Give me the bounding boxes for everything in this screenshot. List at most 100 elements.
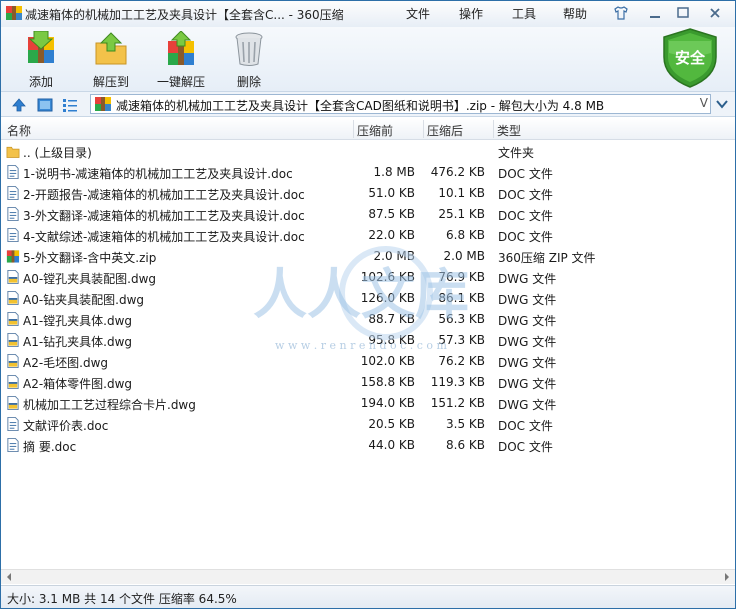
doc-file-icon xyxy=(7,438,19,452)
file-type: DWG 文件 xyxy=(498,293,557,307)
file-compressed-size: 25.1 KB xyxy=(438,207,485,221)
address-dropdown[interactable]: V xyxy=(700,96,708,110)
extract-to-label: 解压到 xyxy=(92,75,129,89)
one-click-extract-icon xyxy=(168,31,194,65)
status-bar: 大小: 3.1 MB 共 14 个文件 压缩率 64.5% xyxy=(1,585,735,608)
file-row[interactable]: A2-箱体零件图.dwg 158.8 KB 119.3 KB DWG 文件 xyxy=(1,372,735,393)
file-row[interactable]: 3-外文翻译-减速箱体的机械加工工艺及夹具设计.doc 87.5 KB 25.1 K… xyxy=(1,204,735,225)
navigation-bar: 减速箱体的机械加工工艺及夹具设计【全套含CAD图纸和说明书】.zip - 解包大… xyxy=(1,91,735,117)
app-logo-icon xyxy=(6,6,22,20)
add-label: 添加 xyxy=(28,75,53,89)
file-row[interactable]: 1-说明书-减速箱体的机械加工工艺及夹具设计.doc 1.8 MB 476.2 KB… xyxy=(1,162,735,183)
column-divider[interactable] xyxy=(353,120,354,138)
file-type: DWG 文件 xyxy=(498,272,557,286)
extract-folder-icon xyxy=(95,32,127,65)
file-compressed-size: 476.2 KB xyxy=(430,165,485,179)
file-type: DWG 文件 xyxy=(498,377,557,391)
file-compressed-size: 76.2 KB xyxy=(438,354,485,368)
shield-icon: 安全 xyxy=(663,28,717,88)
file-name: 机械加工工艺过程综合卡片.dwg xyxy=(23,398,196,412)
file-row[interactable]: 文献评价表.doc 20.5 KB 3.5 KB DOC 文件 xyxy=(1,414,735,435)
app-window: 减速箱体的机械加工工艺及夹具设计【全套含C... - 360压缩 文件 操作 工… xyxy=(0,0,736,609)
dwg-file-icon xyxy=(7,333,19,347)
file-name: 2-开题报告-减速箱体的机械加工工艺及夹具设计.doc xyxy=(23,188,305,202)
file-row[interactable]: 4-文献综述-减速箱体的机械加工工艺及夹具设计.doc 22.0 KB 6.8 KB… xyxy=(1,225,735,246)
file-row[interactable]: A1-镗孔夹具体.dwg 88.7 KB 56.3 KB DWG 文件 xyxy=(1,309,735,330)
column-type[interactable]: 类型 xyxy=(497,122,521,139)
file-row[interactable]: 机械加工工艺过程综合卡片.dwg 194.0 KB 151.2 KB DWG 文件 xyxy=(1,393,735,414)
file-name: A2-箱体零件图.dwg xyxy=(23,377,133,391)
column-size[interactable]: 压缩前 xyxy=(357,122,393,139)
file-name: 5-外文翻译-含中英文.zip xyxy=(23,251,157,265)
address-bar[interactable]: 减速箱体的机械加工工艺及夹具设计【全套含CAD图纸和说明书】.zip - 解包大… xyxy=(90,94,711,114)
file-type: DOC 文件 xyxy=(498,230,553,244)
column-compressed[interactable]: 压缩后 xyxy=(427,122,463,139)
minimize-icon[interactable] xyxy=(647,5,663,21)
extract-to-button[interactable]: 解压到 xyxy=(89,31,133,89)
file-type: DWG 文件 xyxy=(498,335,557,349)
dwg-file-icon xyxy=(7,291,19,305)
dwg-file-icon xyxy=(7,375,19,389)
add-button[interactable]: 添加 xyxy=(21,31,61,89)
title-bar: 减速箱体的机械加工工艺及夹具设计【全套含C... - 360压缩 文件 操作 工… xyxy=(1,1,735,27)
security-shield[interactable]: 安全 xyxy=(661,27,719,89)
address-path: 减速箱体的机械加工工艺及夹具设计【全套含CAD图纸和说明书】.zip - 解包大… xyxy=(116,99,605,113)
file-name: A2-毛坯图.dwg xyxy=(23,356,109,370)
file-type: DWG 文件 xyxy=(498,356,557,370)
file-name: A0-钻夹具装配图.dwg xyxy=(23,293,145,307)
file-row[interactable]: A0-镗孔夹具装配图.dwg 102.6 KB 76.9 KB DWG 文件 xyxy=(1,267,735,288)
file-compressed-size: 57.3 KB xyxy=(438,333,485,347)
file-compressed-size: 2.0 MB xyxy=(443,249,485,263)
file-name: 1-说明书-减速箱体的机械加工工艺及夹具设计.doc xyxy=(23,167,293,181)
add-archive-icon xyxy=(28,31,54,63)
file-row[interactable]: 摘 要.doc 44.0 KB 8.6 KB DOC 文件 xyxy=(1,435,735,456)
file-name: 4-文献综述-减速箱体的机械加工工艺及夹具设计.doc xyxy=(23,230,305,244)
file-name: A0-镗孔夹具装配图.dwg xyxy=(23,272,157,286)
doc-file-icon xyxy=(7,165,19,179)
scroll-right-icon[interactable] xyxy=(723,573,731,581)
column-divider[interactable] xyxy=(423,120,424,138)
menu-operate[interactable]: 操作 xyxy=(459,5,483,22)
file-row[interactable]: 2-开题报告-减速箱体的机械加工工艺及夹具设计.doc 51.0 KB 10.1 K… xyxy=(1,183,735,204)
list-view-icon[interactable] xyxy=(62,97,78,113)
column-header: 名称 压缩前 压缩后 类型 xyxy=(1,118,735,140)
file-row[interactable]: A2-毛坯图.dwg 102.0 KB 76.2 KB DWG 文件 xyxy=(1,351,735,372)
file-row[interactable]: .. (上级目录) 文件夹 xyxy=(1,141,735,162)
doc-file-icon xyxy=(7,228,19,242)
file-row[interactable]: A1-钻孔夹具体.dwg 95.8 KB 57.3 KB DWG 文件 xyxy=(1,330,735,351)
close-icon[interactable] xyxy=(707,5,723,21)
file-compressed-size: 3.5 KB xyxy=(446,417,485,431)
scroll-left-icon[interactable] xyxy=(5,573,13,581)
dwg-file-icon xyxy=(7,312,19,326)
column-divider[interactable] xyxy=(493,120,494,138)
doc-file-icon xyxy=(7,207,19,221)
menu-tools[interactable]: 工具 xyxy=(512,5,536,22)
file-name: 文献评价表.doc xyxy=(23,419,109,433)
file-name: A1-镗孔夹具体.dwg xyxy=(23,314,133,328)
column-name[interactable]: 名称 xyxy=(7,122,31,139)
file-type: DOC 文件 xyxy=(498,209,553,223)
zip-file-icon xyxy=(6,250,20,263)
menu-help[interactable]: 帮助 xyxy=(563,5,587,22)
menu-file[interactable]: 文件 xyxy=(406,5,430,22)
doc-file-icon xyxy=(7,186,19,200)
file-name: 摘 要.doc xyxy=(23,440,77,454)
skin-shirt-icon[interactable] xyxy=(613,5,629,21)
doc-file-icon xyxy=(7,417,19,431)
file-compressed-size: 56.3 KB xyxy=(438,312,485,326)
large-icon-view-icon[interactable] xyxy=(37,97,53,113)
toolbar: 添加 解压到 一键解压 删除 xyxy=(1,27,735,91)
file-row[interactable]: 5-外文翻译-含中英文.zip 2.0 MB 2.0 MB 360压缩 ZIP 文件 xyxy=(1,246,735,267)
one-click-extract-button[interactable]: 一键解压 xyxy=(153,31,209,89)
file-name: 3-外文翻译-减速箱体的机械加工工艺及夹具设计.doc xyxy=(23,209,305,223)
up-arrow-icon[interactable] xyxy=(11,97,27,113)
horizontal-scrollbar[interactable] xyxy=(1,569,735,584)
file-type: DOC 文件 xyxy=(498,440,553,454)
chevron-down-icon[interactable] xyxy=(713,97,731,111)
file-type: 文件夹 xyxy=(498,146,535,160)
file-compressed-size: 8.6 KB xyxy=(446,438,485,452)
file-type: DWG 文件 xyxy=(498,314,557,328)
delete-button[interactable]: 删除 xyxy=(231,31,267,89)
file-row[interactable]: A0-钻夹具装配图.dwg 126.0 KB 86.1 KB DWG 文件 xyxy=(1,288,735,309)
maximize-icon[interactable] xyxy=(675,5,691,21)
